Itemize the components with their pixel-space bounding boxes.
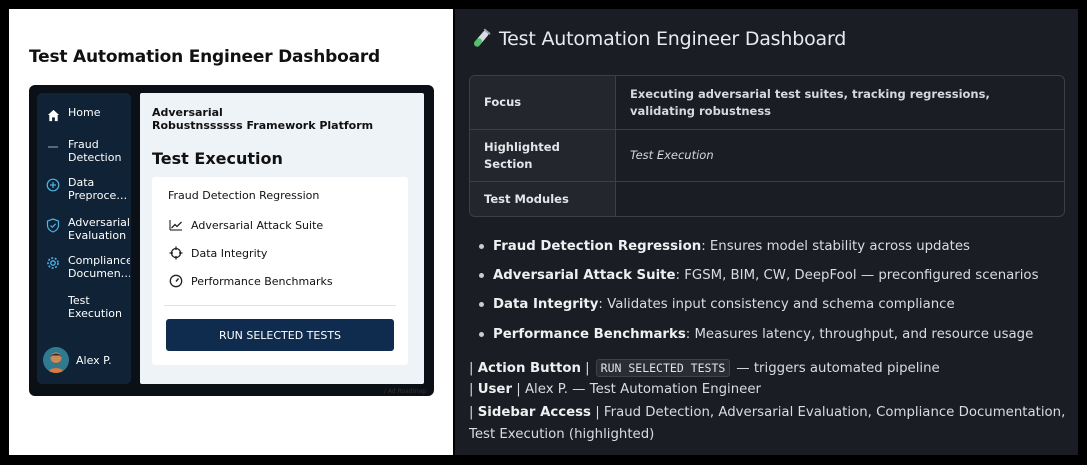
sidebar-item-adversarial-evaluation[interactable]: Adversarial Evaluation <box>37 217 131 242</box>
sidebar: Home Fraud Detection Data Preproce… Adve… <box>37 93 131 384</box>
test-module-data-integrity[interactable]: Data Integrity <box>168 245 267 261</box>
meta-label: User <box>477 382 513 397</box>
description-title: Test Automation Engineer Dashboard <box>469 27 846 51</box>
list-item: Data Integrity : Validates input consist… <box>479 297 955 312</box>
table-row: Test Modules <box>470 182 1064 216</box>
sidebar-item-label: Compliance Documen… <box>68 255 130 280</box>
home-icon <box>45 107 61 123</box>
test-module-adversarial-attack[interactable]: Adversarial Attack Suite <box>168 217 323 233</box>
sidebar-item-compliance-documentation[interactable]: Compliance Documen… <box>37 255 131 280</box>
sidebar-item-fraud-detection[interactable]: Fraud Detection <box>37 139 131 164</box>
list-item-desc: : Validates input consistency and schema… <box>598 297 955 312</box>
dash-icon <box>45 139 61 155</box>
sidebar-item-test-execution[interactable]: Test Execution <box>37 295 131 320</box>
sidebar-item-data-preprocessing[interactable]: Data Preproce… <box>37 177 131 202</box>
sidebar-item-label: Home <box>68 107 101 119</box>
list-item-desc: : Measures latency, throughput, and reso… <box>685 327 1034 342</box>
bullet-dot <box>479 273 484 278</box>
meta-user: | User | Alex P. — Test Automation Engin… <box>469 382 762 397</box>
test-module-performance[interactable]: Performance Benchmarks <box>168 273 333 289</box>
test-module-fraud-detection[interactable]: Fraud Detection Regression <box>168 189 319 202</box>
meta-sidebar-cont: Test Execution (highlighted) <box>469 427 654 442</box>
test-module-label: Performance Benchmarks <box>191 274 333 288</box>
list-item-name: Performance Benchmarks <box>493 327 686 342</box>
list-item: Fraud Detection Regression : Ensures mod… <box>479 239 970 254</box>
run-selected-tests-button[interactable]: RUN SELECTED TESTS <box>166 319 394 351</box>
test-suite-card: Fraud Detection Regression Adversarial A… <box>152 177 408 365</box>
bullet-dot <box>479 302 484 307</box>
gauge-icon <box>168 273 184 289</box>
screenshot-frame: Test Automation Engineer Dashboard Home … <box>0 0 1087 465</box>
mockup-panel: Test Automation Engineer Dashboard Home … <box>9 9 453 455</box>
test-module-label: Adversarial Attack Suite <box>191 218 324 232</box>
bullet-dot <box>479 244 484 249</box>
avatar[interactable] <box>43 347 69 373</box>
list-item-desc: : Ensures model stability across updates <box>701 239 970 254</box>
sidebar-item-label: Data Preproce… <box>68 177 128 202</box>
list-item: Performance Benchmarks : Measures latenc… <box>479 327 1033 342</box>
page-title: Test Execution <box>152 149 283 168</box>
table-value: Test Execution <box>630 148 714 162</box>
list-item-name: Adversarial Attack Suite <box>493 268 676 283</box>
crosshair-icon <box>168 245 184 261</box>
table-value: Executing adversarial test suites, track… <box>630 86 990 118</box>
sidebar-item-label: Fraud Detection <box>68 139 122 164</box>
main-content: Adversarial Robustnssssss Framework Plat… <box>140 93 424 384</box>
table-value <box>616 182 1064 216</box>
description-title-text: Test Automation Engineer Dashboard <box>499 28 847 50</box>
table-key: Focus <box>470 76 616 129</box>
code-snippet: RUN SELECTED TESTS <box>595 359 731 377</box>
list-item-name: Data Integrity <box>493 297 599 312</box>
user-name: Alex P. <box>76 354 112 367</box>
test-module-label: Data Integrity <box>191 246 268 260</box>
meta-desc: Test Execution (highlighted) <box>469 427 655 442</box>
list-item-name: Fraud Detection Regression <box>493 239 702 254</box>
shield-check-icon <box>45 217 61 233</box>
table-key: Highlighted Section <box>470 130 616 181</box>
list-item-desc: : FGSM, BIM, CW, DeepFool — preconfigure… <box>675 268 1039 283</box>
meta-label: Action Button <box>477 360 581 376</box>
plus-circle-icon <box>45 177 61 193</box>
divider <box>164 305 396 306</box>
bullet-dot <box>479 332 484 337</box>
meta-desc: Alex P. — Test Automation Engineer <box>524 382 762 397</box>
trend-icon <box>168 217 184 233</box>
info-table: Focus Executing adversarial test suites,… <box>469 75 1065 217</box>
meta-label: Sidebar Access <box>477 405 591 420</box>
app-name: Adversarial Robustnssssss Framework Plat… <box>152 106 374 132</box>
description-panel: Test Automation Engineer Dashboard Focus… <box>455 9 1078 455</box>
sidebar-item-label: Adversarial Evaluation <box>68 217 130 242</box>
table-row: Highlighted Section Test Execution <box>470 130 1064 182</box>
meta-action: | Action Button | RUN SELECTED TESTS — t… <box>469 359 940 377</box>
list-item: Adversarial Attack Suite : FGSM, BIM, CW… <box>479 268 1039 283</box>
mockup-title: Test Automation Engineer Dashboard <box>29 47 380 67</box>
meta-sidebar: | Sidebar Access | Fraud Detection, Adve… <box>469 405 1066 420</box>
table-key: Test Modules <box>470 182 616 216</box>
meta-desc: — triggers automated pipeline <box>736 360 940 376</box>
table-row: Focus Executing adversarial test suites,… <box>470 76 1064 130</box>
app-window: Home Fraud Detection Data Preproce… Adve… <box>29 85 434 396</box>
sidebar-item-label: Test Execution <box>68 295 122 320</box>
sidebar-item-home[interactable]: Home <box>37 107 131 123</box>
meta-desc: Fraud Detection, Adversarial Evaluation,… <box>603 405 1066 420</box>
test-tube-icon <box>469 27 493 51</box>
watermark: / Ad Roadmap <box>383 388 426 395</box>
gear-icon <box>45 255 61 271</box>
